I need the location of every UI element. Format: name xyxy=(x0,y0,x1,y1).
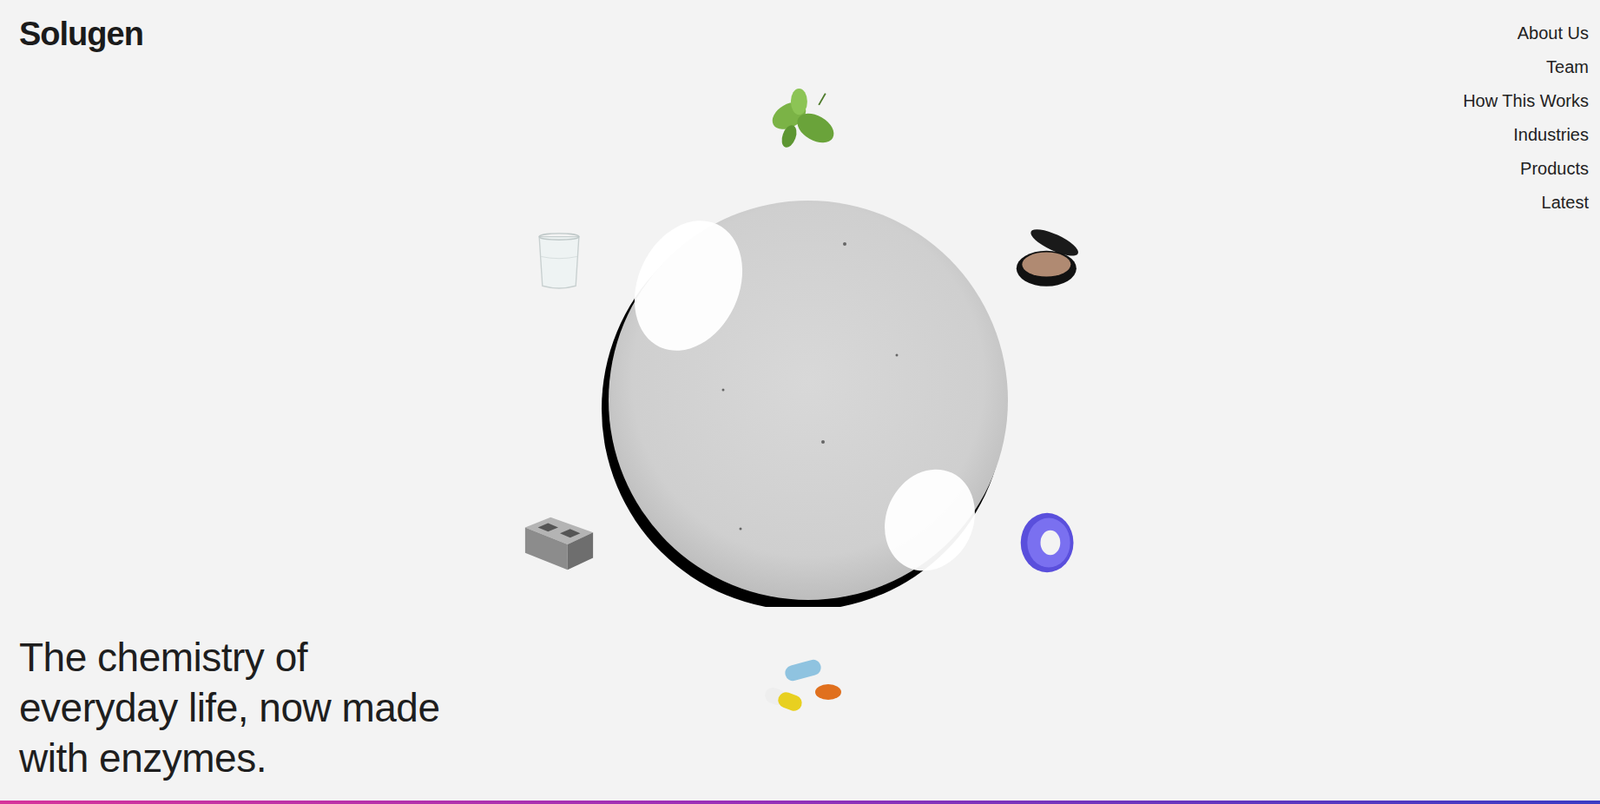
hero-illustration xyxy=(0,0,1600,804)
pills-icon xyxy=(760,655,848,717)
hero-headline: The chemistry ofeveryday life, now madew… xyxy=(0,632,1600,801)
nav-item[interactable]: Industries xyxy=(1513,118,1589,152)
makeup-compact-icon xyxy=(1013,223,1087,294)
plastic-ring-icon xyxy=(1015,507,1082,578)
headline-line: with enzymes. xyxy=(19,732,1600,784)
nav-item[interactable]: Products xyxy=(1520,151,1589,186)
gradient-bar xyxy=(0,800,1600,804)
glass-sphere-icon xyxy=(601,198,1010,607)
headline-line: everyday life, now made xyxy=(19,682,1600,733)
logo[interactable]: Solugen xyxy=(19,14,144,53)
cinder-block-icon xyxy=(520,507,598,578)
nav-item[interactable]: Latest xyxy=(1541,185,1589,220)
landing-page: Solugen About UsTeamHow This WorksIndustr… xyxy=(0,0,1600,804)
basil-leaf-icon xyxy=(763,86,848,153)
main-nav: About UsTeamHow This WorksIndustriesProd… xyxy=(1462,0,1589,220)
headline-line: The chemistry of xyxy=(19,632,1600,683)
header: Solugen About UsTeamHow This WorksIndustr… xyxy=(0,0,1600,220)
nav-item[interactable]: About Us xyxy=(1517,16,1589,51)
water-glass-icon xyxy=(531,227,587,294)
nav-item[interactable]: Team xyxy=(1546,50,1589,85)
nav-item[interactable]: How This Works xyxy=(1462,84,1589,119)
